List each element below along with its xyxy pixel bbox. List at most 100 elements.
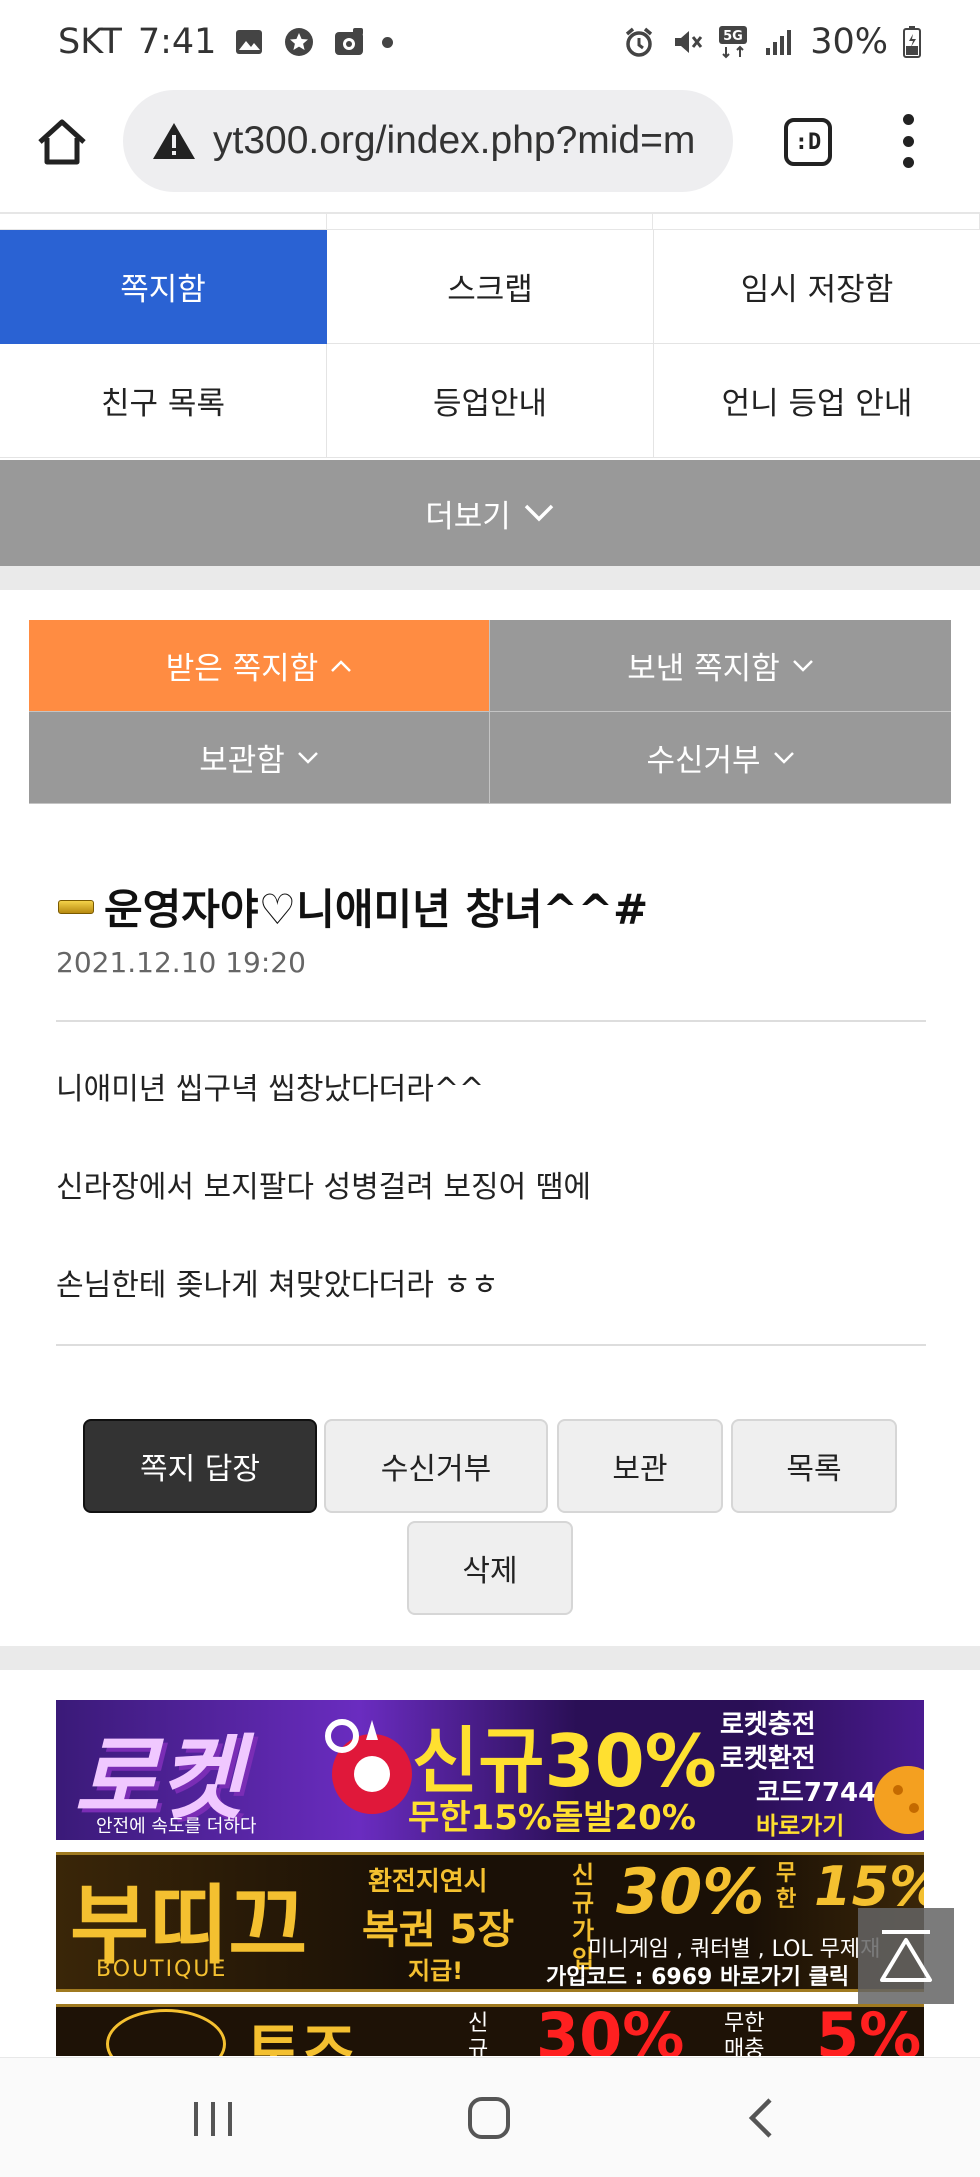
menu-item-scrap[interactable]: 스크랩 <box>327 230 654 344</box>
browser-menu-button[interactable] <box>900 114 916 168</box>
divider <box>56 1020 926 1022</box>
member-level-icon <box>58 899 94 914</box>
block-sender-button[interactable]: 수신거부 <box>324 1419 548 1513</box>
tab-switcher-label: :D <box>794 129 822 155</box>
menu-item-label: 친구 목록 <box>101 386 225 422</box>
gallery-icon <box>232 25 266 59</box>
banner-promo1: 환전지연시 <box>368 1867 488 1897</box>
scroll-to-top-button[interactable] <box>858 1908 954 2004</box>
tab-archive[interactable]: 보관함 <box>29 712 490 804</box>
banner-pct1: 30% <box>616 1855 765 1928</box>
carrier-label: SKT <box>58 22 122 62</box>
menu-item-drafts[interactable]: 임시 저장함 <box>654 230 980 344</box>
ball-icon <box>874 1766 924 1834</box>
block-button-label: 수신거부 <box>380 1452 492 1487</box>
menu-item-label: 임시 저장함 <box>740 272 894 308</box>
ad-banner-rocket[interactable]: 로켓 안전에 속도를 더하다 신규30% 무한15%돌발20% 로켓충전 로켓환… <box>56 1700 924 1840</box>
banner-cta: 바로가기 <box>756 1812 845 1840</box>
menu-item-label: 언니 등업 안내 <box>721 386 913 422</box>
address-bar[interactable]: yt300.org/index.php?mid=m <box>123 90 733 192</box>
banner-unlimited: 무한 <box>776 1861 797 1912</box>
banner-code: 가입코드 : 6969 바로가기 클릭 <box>546 1965 850 1990</box>
more-button[interactable]: 더보기 <box>0 460 980 566</box>
banner-brand: 토즈 <box>246 2017 357 2056</box>
menu-item-sister-level-guide[interactable]: 언니 등업 안내 <box>654 344 980 458</box>
banner-side2: 로켓환전 <box>720 1744 816 1774</box>
menu-item-label: 쪽지함 <box>120 272 206 308</box>
message-title-text: 운영자야♡니애미년 창녀^^# <box>104 885 649 934</box>
message-body-line: 니애미년 씹구녁 씹창났다더라^^ <box>56 1072 485 1107</box>
browser-toolbar: yt300.org/index.php?mid=m :D <box>0 84 980 214</box>
chevron-down-icon <box>524 504 554 522</box>
list-button[interactable]: 목록 <box>731 1419 897 1513</box>
archive-button-label: 보관 <box>612 1452 668 1487</box>
menu-row-cutoff <box>0 214 980 230</box>
menu-item-label: 등업안내 <box>432 386 548 422</box>
menu-item-label: 스크랩 <box>447 272 533 308</box>
menu-dot <box>902 157 914 168</box>
battery-percent: 30% <box>810 22 888 62</box>
tab-label: 보낸 쪽지함 <box>627 651 780 687</box>
banner-pct1: 30% <box>536 2004 685 2056</box>
home-button[interactable] <box>34 114 90 170</box>
banner-side1: 로켓충전 <box>720 1710 816 1740</box>
message-body-line: 신라장에서 보지팔다 성병걸려 보징어 땜에 <box>56 1170 591 1205</box>
more-label: 더보기 <box>425 498 511 535</box>
screen: { "status_bar": { "carrier": "SKT", "tim… <box>0 0 980 2177</box>
system-navigation-bar <box>0 2057 980 2177</box>
menu-item-messages[interactable]: 쪽지함 <box>0 230 327 344</box>
message-tabs: 받은 쪽지함 보낸 쪽지함 보관함 수신거부 <box>29 620 951 804</box>
camera-notification-icon <box>332 25 366 59</box>
chevron-up-icon <box>331 659 352 672</box>
tab-label: 받은 쪽지함 <box>165 651 319 687</box>
banner-promo3: 지급! <box>408 1957 464 1985</box>
menu-item-level-guide[interactable]: 등업안내 <box>327 344 654 458</box>
ad-banner-boutique[interactable]: 부띠끄 BOUTIQUE 환전지연시 복권 5장 지급! 신규 가입 30% 무… <box>56 1852 924 1992</box>
back-button[interactable] <box>736 2094 790 2142</box>
divider <box>56 1344 926 1346</box>
chevron-down-icon <box>297 751 318 764</box>
tab-label: 수신거부 <box>646 743 761 779</box>
recent-apps-icon <box>194 2102 232 2136</box>
clock: 7:41 <box>137 22 217 62</box>
recent-apps-button[interactable] <box>186 2094 240 2142</box>
reply-button[interactable]: 쪽지 답장 <box>83 1419 317 1513</box>
reply-button-label: 쪽지 답장 <box>140 1452 260 1487</box>
alarm-icon <box>622 25 656 59</box>
status-bar: SKT 7:41 5G 30% <box>0 0 980 84</box>
home-circle-icon <box>468 2097 510 2139</box>
menu-dot <box>902 135 914 147</box>
menu-dot <box>902 114 914 125</box>
banner-logo-ring <box>106 2009 226 2056</box>
tab-blocked[interactable]: 수신거부 <box>490 712 951 804</box>
archive-button[interactable]: 보관 <box>557 1419 723 1513</box>
tab-received[interactable]: 받은 쪽지함 <box>29 620 490 712</box>
tab-switcher-button[interactable]: :D <box>784 118 832 166</box>
scroll-up-icon <box>880 1930 932 1982</box>
banner-promo2: 복권 5장 <box>362 1907 515 1953</box>
mute-icon <box>670 25 704 59</box>
tab-label: 보관함 <box>199 743 285 779</box>
banner-subline: 무한15%돌발20% <box>408 1798 696 1838</box>
banner-pct2: 5% <box>816 2004 922 2056</box>
5g-icon: 5G <box>718 25 748 59</box>
url-text: yt300.org/index.php?mid=m <box>213 119 696 162</box>
menu-item-friends[interactable]: 친구 목록 <box>0 344 327 458</box>
message-body-line: 손님한테 좆나게 쳐맞았다더라 ㅎㅎ <box>56 1268 499 1303</box>
section-divider <box>0 566 980 590</box>
tab-sent[interactable]: 보낸 쪽지함 <box>490 620 951 712</box>
home-icon <box>38 119 86 165</box>
delete-button[interactable]: 삭제 <box>407 1521 573 1615</box>
ad-banner-toz[interactable]: 토즈 신규 가입 30% 무한 매충 5% <box>56 2004 924 2056</box>
banner-new-label: 신규 가입 <box>468 2011 489 2056</box>
section-divider <box>0 1646 980 1670</box>
banner-tagline: 안전에 속도를 더하다 <box>96 1816 257 1837</box>
system-home-button[interactable] <box>462 2094 516 2142</box>
delete-button-label: 삭제 <box>462 1554 518 1589</box>
not-secure-warning-icon <box>153 123 195 159</box>
message-title: 운영자야♡니애미년 창녀^^# <box>58 876 648 937</box>
banner-unlimited: 무한 매충 <box>724 2011 765 2056</box>
list-button-label: 목록 <box>786 1452 842 1487</box>
star-badge-icon <box>282 25 316 59</box>
member-menu-grid: 쪽지함 스크랩 임시 저장함 친구 목록 등업안내 언니 등업 안내 <box>0 214 980 458</box>
